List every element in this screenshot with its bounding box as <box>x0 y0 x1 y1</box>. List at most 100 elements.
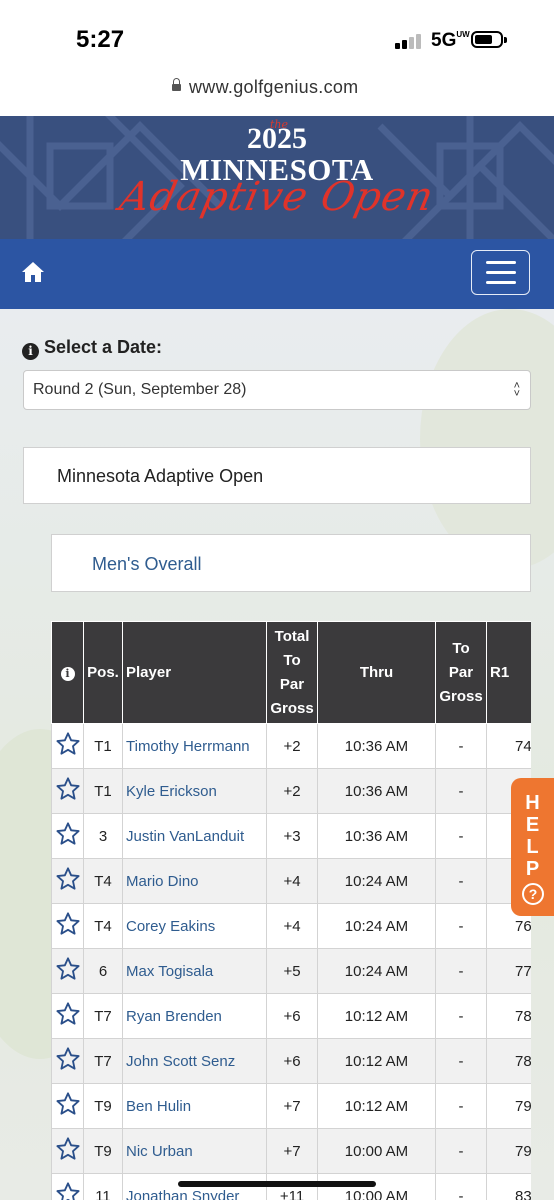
total-cell: +5 <box>266 948 318 994</box>
pos-cell: T7 <box>83 993 123 1039</box>
thru-cell: 10:36 AM <box>317 723 436 769</box>
hamburger-menu-button[interactable] <box>471 250 530 295</box>
division-name[interactable]: Men's Overall <box>92 554 201 575</box>
favorite-star-icon[interactable] <box>51 1128 84 1174</box>
header-player[interactable]: Player <box>122 621 267 724</box>
pos-cell: T9 <box>83 1128 123 1174</box>
table-row: T9 Ben Hulin +7 10:12 AM -79 <box>51 1083 531 1129</box>
to-par-cell: - <box>435 1128 487 1174</box>
thru-cell: 10:12 AM <box>317 1038 436 1084</box>
favorite-star-icon[interactable] <box>51 858 84 904</box>
banner-year: 2025 <box>247 122 307 155</box>
player-link[interactable]: Timothy Herrmann <box>122 723 267 769</box>
url-text[interactable]: www.golfgenius.com <box>189 77 358 98</box>
thru-cell: 10:24 AM <box>317 948 436 994</box>
favorite-star-icon[interactable] <box>51 1083 84 1129</box>
header-thru[interactable]: Thru <box>317 621 436 724</box>
favorite-star-icon[interactable] <box>51 903 84 949</box>
thru-cell: 10:12 AM <box>317 1083 436 1129</box>
header-r1[interactable]: R1 <box>486 621 531 724</box>
date-select[interactable]: Round 2 (Sun, September 28) ˄ ˅ <box>23 370 531 410</box>
menu-icon <box>486 261 516 264</box>
header-info[interactable]: i <box>51 621 84 724</box>
total-cell: +2 <box>266 723 318 769</box>
banner-event-script: Adaptive Open <box>115 174 439 220</box>
pos-cell: T4 <box>83 903 123 949</box>
header-to-par-gross[interactable]: To Par Gross <box>435 621 487 724</box>
thru-cell: 10:12 AM <box>317 993 436 1039</box>
table-row: T7 Ryan Brenden +6 10:12 AM -78 <box>51 993 531 1039</box>
player-link[interactable]: Max Togisala <box>122 948 267 994</box>
r1-cell: 79 <box>486 1128 531 1174</box>
r1-cell: 83 <box>486 1173 531 1200</box>
tournament-name: Minnesota Adaptive Open <box>57 466 264 486</box>
player-link[interactable]: Nic Urban <box>122 1128 267 1174</box>
favorite-star-icon[interactable] <box>51 1038 84 1084</box>
to-par-cell: - <box>435 1038 487 1084</box>
player-link[interactable]: Ryan Brenden <box>122 993 267 1039</box>
battery-icon <box>471 31 507 48</box>
favorite-star-icon[interactable] <box>51 993 84 1039</box>
favorite-star-icon[interactable] <box>51 813 84 859</box>
division-panel[interactable]: Men's Overall <box>51 534 531 592</box>
pos-cell: T1 <box>83 768 123 814</box>
home-indicator[interactable] <box>178 1181 376 1187</box>
pos-cell: T7 <box>83 1038 123 1084</box>
total-cell: +2 <box>266 768 318 814</box>
to-par-cell: - <box>435 768 487 814</box>
chevron-updown-icon: ˄ ˅ <box>513 380 520 400</box>
table-row: T7 John Scott Senz +6 10:12 AM -78 <box>51 1038 531 1084</box>
player-link[interactable]: John Scott Senz <box>122 1038 267 1084</box>
to-par-cell: - <box>435 903 487 949</box>
lock-icon <box>172 78 181 91</box>
main-content: i Select a Date: Round 2 (Sun, September … <box>0 309 554 1200</box>
favorite-star-icon[interactable] <box>51 1173 84 1200</box>
thru-cell: 10:24 AM <box>317 858 436 904</box>
r1-cell: 79 <box>486 1083 531 1129</box>
date-select-value: Round 2 (Sun, September 28) <box>33 381 247 398</box>
thru-cell: 10:24 AM <box>317 903 436 949</box>
info-icon: i <box>60 667 75 681</box>
leaderboard-table-container[interactable]: i Pos. Player Total To Par Gross Thru To Par… <box>51 621 531 1200</box>
favorite-star-icon[interactable] <box>51 768 84 814</box>
player-link[interactable]: Kyle Erickson <box>122 768 267 814</box>
nav-bar <box>0 239 554 309</box>
r1-cell: 78 <box>486 1038 531 1084</box>
home-icon[interactable] <box>21 261 45 283</box>
player-link[interactable]: Ben Hulin <box>122 1083 267 1129</box>
player-link[interactable]: Mario Dino <box>122 858 267 904</box>
table-row: 3 Justin VanLanduit +3 10:36 AM - <box>51 813 531 859</box>
player-link[interactable]: Corey Eakins <box>122 903 267 949</box>
pos-cell: T4 <box>83 858 123 904</box>
leaderboard-table: i Pos. Player Total To Par Gross Thru To Par… <box>51 621 531 1200</box>
to-par-cell: - <box>435 858 487 904</box>
to-par-cell: - <box>435 723 487 769</box>
pos-cell: T9 <box>83 1083 123 1129</box>
network-indicator: 5GUW <box>431 30 470 51</box>
tournament-panel[interactable]: Minnesota Adaptive Open <box>23 447 531 504</box>
to-par-cell: - <box>435 1173 487 1200</box>
table-row: T4 Corey Eakins +4 10:24 AM -76 <box>51 903 531 949</box>
favorite-star-icon[interactable] <box>51 723 84 769</box>
pos-cell: 3 <box>83 813 123 859</box>
table-row: 6 Max Togisala +5 10:24 AM -77 <box>51 948 531 994</box>
total-cell: +4 <box>266 858 318 904</box>
help-tab[interactable]: H E L P ? <box>511 778 554 916</box>
total-cell: +4 <box>266 903 318 949</box>
info-icon: i <box>22 343 39 360</box>
r1-cell: 74 <box>486 723 531 769</box>
header-pos[interactable]: Pos. <box>83 621 123 724</box>
table-row: T9 Nic Urban +7 10:00 AM -79 <box>51 1128 531 1174</box>
favorite-star-icon[interactable] <box>51 948 84 994</box>
select-date-label: i Select a Date: <box>22 337 162 360</box>
status-bar: 5:27 5GUW <box>0 0 554 70</box>
thru-cell: 10:00 AM <box>317 1128 436 1174</box>
status-time: 5:27 <box>76 26 125 53</box>
to-par-cell: - <box>435 1083 487 1129</box>
total-cell: +7 <box>266 1128 318 1174</box>
total-cell: +6 <box>266 993 318 1039</box>
player-link[interactable]: Justin VanLanduit <box>122 813 267 859</box>
thru-cell: 10:36 AM <box>317 768 436 814</box>
header-total-to-par-gross[interactable]: Total To Par Gross <box>266 621 318 724</box>
pos-cell: 6 <box>83 948 123 994</box>
